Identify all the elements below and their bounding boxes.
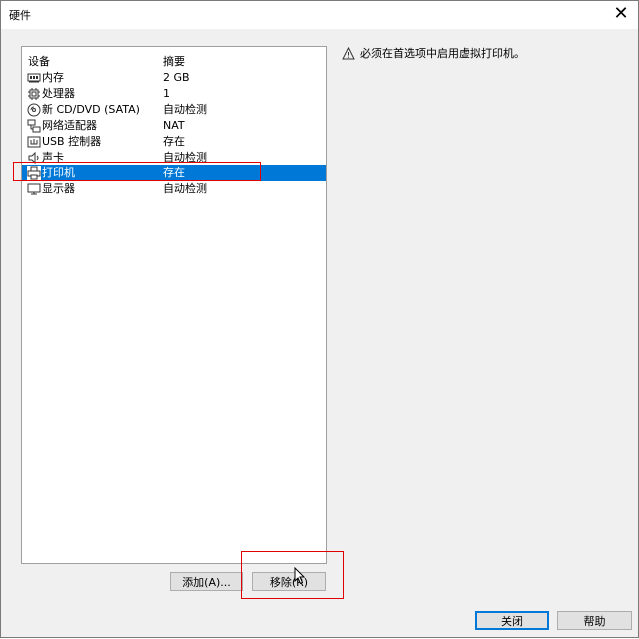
device-row-processor[interactable]: 处理器 1 [22,86,326,102]
help-button[interactable]: 帮助 [557,611,632,630]
column-header-summary[interactable]: 摘要 [163,53,185,69]
close-button[interactable]: 关闭 [475,611,549,630]
device-row-network-adapter[interactable]: 网络适配器 NAT [22,118,326,134]
device-summary: NAT [163,119,185,132]
window-title: 硬件 [9,9,31,22]
memory-icon [27,73,41,83]
processor-icon [28,88,40,100]
device-summary: 自动检测 [163,182,207,195]
device-name: 内存 [42,71,64,84]
hardware-dialog: 硬件 ✕ 设备 摘要 内存 2 GB 处理器 1 新 CD/DVD (SATA)… [0,0,639,638]
device-summary: 1 [163,87,170,100]
mouse-cursor-icon [294,567,306,585]
annotation-highlight-remove [241,551,344,599]
device-name: 处理器 [42,87,75,100]
device-row-memory[interactable]: 内存 2 GB [22,70,326,86]
annotation-highlight-printer [13,162,261,181]
display-icon [27,183,41,195]
device-row-usb-controller[interactable]: USB 控制器 存在 [22,134,326,150]
add-button[interactable]: 添加(A)... [170,572,243,591]
title-bar: 硬件 ✕ [1,1,638,29]
device-name: 网络适配器 [42,119,97,132]
column-header-device[interactable]: 设备 [28,53,50,69]
device-name: 新 CD/DVD (SATA) [42,103,140,116]
usb-controller-icon [27,136,41,148]
network-adapter-icon [27,119,41,133]
device-summary: 自动检测 [163,103,207,116]
device-summary: 存在 [163,135,185,148]
device-list[interactable]: 设备 摘要 内存 2 GB 处理器 1 新 CD/DVD (SATA) 自动检测… [21,46,327,564]
device-row-display[interactable]: 显示器 自动检测 [22,181,326,197]
cd-dvd-icon [27,103,41,117]
warning-icon [342,47,355,60]
warning-text: 必须在首选项中启用虚拟打印机。 [360,47,525,60]
device-name: USB 控制器 [42,135,102,148]
device-name: 显示器 [42,182,75,195]
device-row-cd-dvd[interactable]: 新 CD/DVD (SATA) 自动检测 [22,102,326,118]
device-list-header: 设备 摘要 [22,53,326,69]
close-icon[interactable]: ✕ [612,3,630,25]
device-summary: 2 GB [163,71,190,84]
